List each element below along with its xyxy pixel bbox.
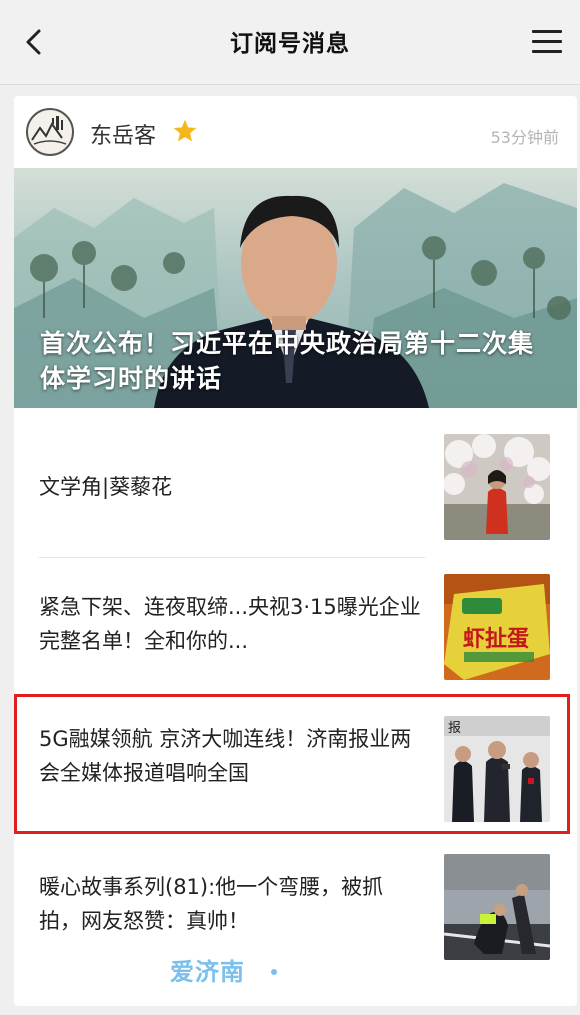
article-title[interactable]: 5G融媒领航 京济大咖连线！济南报业两会全媒体报道唱响全国	[39, 722, 424, 790]
article-item[interactable]: 文学角|葵藜花	[14, 418, 577, 558]
article-thumbnail[interactable]: 报	[444, 716, 550, 822]
account-avatar[interactable]	[26, 108, 74, 156]
article-thumbnail[interactable]	[444, 434, 550, 540]
hero-image	[14, 183, 577, 408]
article-title[interactable]: 紧急下架、连夜取缔...央视3·15曝光企业完整名单！全和你的...	[39, 590, 424, 658]
top-nav-bar: 订阅号消息	[0, 0, 580, 85]
menu-icon[interactable]	[532, 30, 562, 54]
star-icon	[173, 119, 197, 142]
article-title[interactable]: 文学角|葵藜花	[39, 470, 424, 504]
article-item[interactable]: 暖心故事系列(81):他一个弯腰，被抓拍，网友怒赞：真帅！	[14, 838, 577, 978]
article-item[interactable]: 5G融媒领航 京济大咖连线！济南报业两会全媒体报道唱响全国 报	[14, 698, 577, 838]
account-header[interactable]: 东岳客 53分钟前	[14, 96, 577, 168]
article-title[interactable]: 暖心故事系列(81):他一个弯腰，被抓拍，网友怒赞：真帅！	[39, 870, 424, 938]
account-name[interactable]: 东岳客	[90, 118, 156, 150]
avatar-logo-icon	[31, 116, 67, 145]
message-card: 东岳客 53分钟前 文学角|葵藜花 紧急下架、连夜取缔...央视3·15曝光企业…	[14, 96, 577, 1006]
post-timestamp: 53分钟前	[490, 128, 559, 147]
article-item[interactable]: 紧急下架、连夜取缔...央视3·15曝光企业完整名单！全和你的... 虾扯蛋	[14, 558, 577, 698]
svg-text:虾扯蛋: 虾扯蛋	[463, 627, 529, 652]
watermark-dot	[271, 969, 277, 975]
article-thumbnail[interactable]: 虾扯蛋	[444, 574, 550, 680]
svg-text:报: 报	[448, 721, 461, 736]
article-thumbnail[interactable]	[444, 854, 550, 960]
page-title: 订阅号消息	[230, 31, 350, 57]
hero-article[interactable]	[14, 168, 577, 408]
watermark-logo: 爱济南	[170, 958, 245, 986]
